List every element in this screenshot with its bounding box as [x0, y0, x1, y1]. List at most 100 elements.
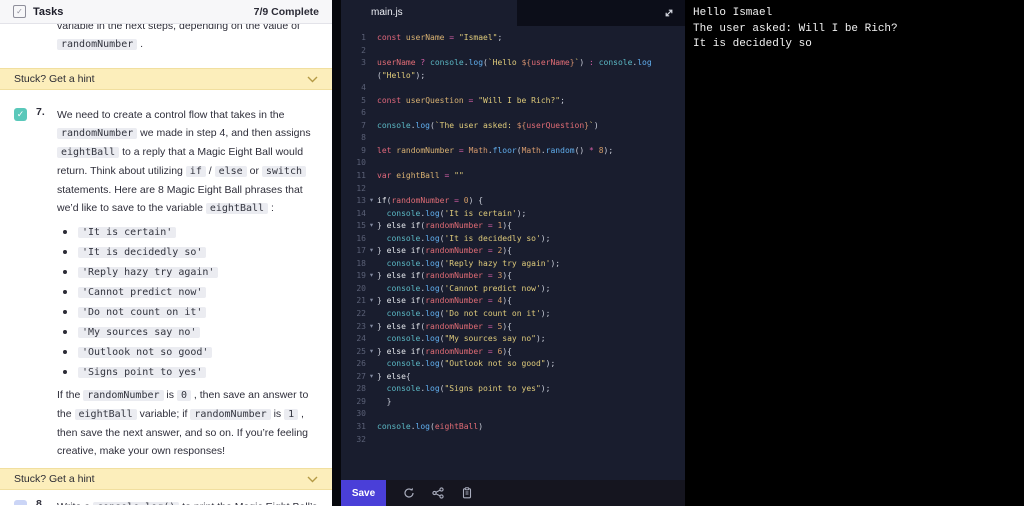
fold-arrow-icon: ▾	[369, 247, 374, 255]
code-text: const userName = "Ismael";	[377, 33, 503, 42]
bullet-dot	[63, 230, 67, 234]
panel-resize-divider[interactable]	[332, 0, 341, 506]
fold-gutter	[366, 233, 377, 246]
line-number: 18	[356, 258, 366, 268]
fold-gutter	[366, 107, 377, 120]
inline-code: randomNumber	[57, 128, 138, 139]
fold-gutter	[366, 45, 377, 58]
fold-arrow-icon: ▾	[369, 197, 374, 205]
console-line: Hello Ismael	[693, 7, 773, 19]
inline-code: randomNumber	[57, 39, 138, 50]
code-text: console.log(`The user asked: ${userQuest…	[377, 120, 599, 130]
inline-code: eightBall	[57, 147, 120, 158]
console-line: It is decidedly so	[693, 38, 812, 50]
reset-button[interactable]	[403, 487, 415, 499]
inline-code: randomNumber	[83, 390, 164, 401]
fold-gutter	[366, 157, 377, 170]
fold-gutter	[366, 396, 377, 409]
code-text: }	[377, 396, 392, 406]
line-number: 3	[361, 58, 366, 68]
code-text: if(randomNumber = 0) {	[377, 196, 484, 206]
code-line: 17 ▾} else if(randomNumber = 2){	[341, 245, 685, 258]
chevron-down-icon	[307, 476, 318, 482]
code-line: 18 console.log('Reply hazy try again');	[341, 258, 685, 271]
fold-gutter	[366, 421, 377, 434]
code-text: } else if(randomNumber = 1){	[377, 221, 512, 231]
code-text: console.log("My sources say no");	[386, 334, 546, 344]
code-line: 21 ▾} else if(randomNumber = 4){	[341, 295, 685, 308]
code-line: 10	[341, 157, 685, 170]
inline-code: eightBall	[74, 409, 137, 420]
fold-gutter	[366, 434, 377, 447]
line-number: 31	[356, 421, 366, 431]
fold-gutter	[366, 145, 377, 158]
code-line: 28 console.log("Signs point to yes");	[341, 383, 685, 396]
phrase-code: 'It is decidedly so'	[78, 246, 207, 258]
line-number: 28	[356, 384, 366, 394]
bullet-dot	[63, 330, 67, 334]
code-line: 26 console.log("Outlook not so good");	[341, 358, 685, 371]
copy-button[interactable]	[461, 487, 473, 499]
clipboard-icon	[462, 487, 472, 499]
inline-code: switch	[261, 166, 306, 177]
learning-environment: ✓ Tasks 7/9 Complete variable in the nex…	[0, 0, 1024, 506]
tasks-panel: ✓ Tasks 7/9 Complete variable in the nex…	[0, 0, 332, 506]
hint-bar[interactable]: Stuck? Get a hint	[0, 468, 332, 490]
fold-gutter	[366, 358, 377, 371]
code-line: 9 let randomNumber = Math.floor(Math.rand…	[341, 145, 685, 158]
line-number: 12	[356, 183, 366, 193]
code-line: 8	[341, 132, 685, 145]
phrase-item: 'Reply hazy try again'	[57, 262, 318, 282]
line-number: 10	[356, 158, 366, 168]
inline-code: eightBall	[205, 203, 269, 214]
line-number: 5	[361, 95, 366, 105]
bullet-dot	[63, 370, 67, 374]
save-button[interactable]: Save	[341, 480, 386, 506]
code-line: 16 console.log('It is decidedly so');	[341, 233, 685, 246]
inline-code: console.log()	[92, 502, 180, 505]
code-text: const userQuestion = "Will I be Rich?";	[377, 95, 565, 105]
code-line: 1 const userName = "Ismael";	[341, 32, 685, 45]
expand-editor-button[interactable]	[663, 7, 675, 19]
line-number: 11	[356, 171, 366, 181]
phrase-list: 'It is certain' 'It is decidedly so' 'Repl…	[57, 222, 318, 382]
line-number: 22	[356, 309, 366, 319]
task7-outro: If the randomNumber is 0 , then save an …	[57, 389, 309, 457]
fold-gutter	[366, 408, 377, 421]
task-item-8: 8. Write a console.log() to print the Ma…	[0, 498, 332, 505]
tab-main-js[interactable]: main.js	[341, 0, 517, 26]
line-number: 23	[356, 321, 366, 331]
code-line: 14 console.log('It is certain');	[341, 208, 685, 221]
code-editor-content[interactable]: 1 const userName = "Ismael"; 2 3 userName ? …	[341, 26, 685, 480]
fold-gutter	[366, 95, 377, 108]
code-line: 12	[341, 183, 685, 196]
share-icon	[432, 487, 444, 499]
code-text: var eightBall = ""	[377, 171, 464, 181]
editor-tabbar: main.js	[341, 0, 685, 26]
share-button[interactable]	[432, 487, 444, 499]
task8-text: Write a console.log() to print the Magic…	[57, 498, 318, 505]
task7-intro: We need to create a control flow that ta…	[57, 109, 311, 214]
code-text: } else if(randomNumber = 3){	[377, 271, 512, 281]
refresh-icon	[404, 487, 414, 498]
inline-code: 1	[284, 409, 299, 420]
line-number: 4	[361, 83, 366, 93]
console-line: The user asked: Will I be Rich?	[693, 22, 898, 35]
line-number: 19	[356, 271, 366, 281]
fold-gutter	[366, 170, 377, 183]
fold-gutter	[366, 283, 377, 296]
fold-arrow-icon: ▾	[369, 347, 374, 355]
line-number: 26	[356, 359, 366, 369]
hint-label: Stuck? Get a hint	[14, 473, 95, 485]
hint-bar[interactable]: Stuck? Get a hint	[0, 68, 332, 90]
task7-number: 7.	[36, 106, 45, 118]
code-line: 23 ▾} else if(randomNumber = 5){	[341, 321, 685, 334]
code-text: console.log("Outlook not so good");	[386, 359, 556, 369]
phrase-code: 'It is certain'	[78, 226, 177, 238]
line-number: 2	[361, 45, 366, 55]
fold-gutter	[366, 308, 377, 321]
code-text: console.log(eightBall)	[377, 421, 484, 431]
